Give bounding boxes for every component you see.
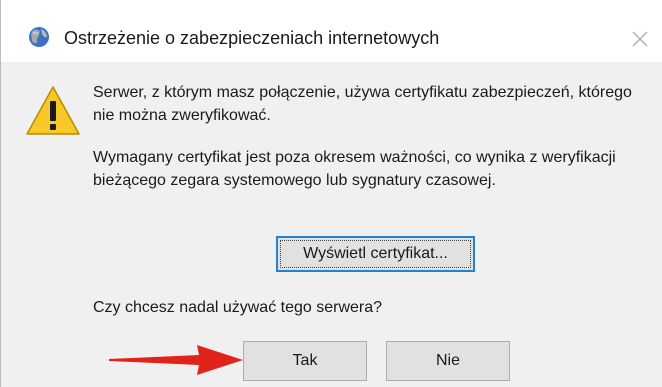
continue-question: Czy chcesz nadal używać tego serwera? <box>93 299 383 316</box>
certificate-message: Serwer, z którym masz połączenie, używa … <box>93 84 632 124</box>
validity-message: Wymagany certyfikat jest poza okresem wa… <box>93 149 616 189</box>
yes-button[interactable]: Tak <box>243 341 367 381</box>
close-icon[interactable] <box>619 18 659 58</box>
globe-icon <box>29 27 49 47</box>
dialog-title: Ostrzeżenie o zabezpieczeniach interneto… <box>64 28 440 48</box>
view-certificate-label: Wyświetl certyfikat... <box>280 240 471 268</box>
no-button[interactable]: Nie <box>386 341 510 381</box>
view-certificate-button[interactable]: Wyświetl certyfikat... <box>276 236 475 272</box>
security-warning-dialog: Ostrzeżenie o zabezpieczeniach interneto… <box>0 0 662 387</box>
title-bar: Ostrzeżenie o zabezpieczeniach interneto… <box>1 0 662 62</box>
red-arrow-icon <box>109 345 243 375</box>
warning-icon <box>26 86 80 135</box>
